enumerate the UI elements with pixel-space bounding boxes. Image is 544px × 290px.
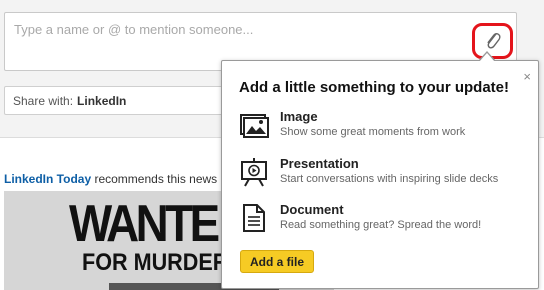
image-icon (240, 114, 269, 138)
presentation-icon (241, 158, 267, 187)
thumbnail-subline: FOR MURDER (82, 249, 229, 276)
option-presentation-desc: Start conversations with inspiring slide… (280, 173, 499, 185)
option-document-desc: Read something great? Spread the word! (280, 219, 482, 231)
attach-popover: × Add a little something to your update!… (221, 60, 539, 289)
share-with-value: LinkedIn (77, 93, 127, 108)
update-input[interactable] (14, 22, 454, 37)
recommendation-suffix: recommends this news (91, 172, 218, 186)
recommendation-text: LinkedIn Today recommends this news (4, 172, 217, 186)
paperclip-icon (487, 33, 501, 49)
thumbnail-headline: WANTE (69, 195, 220, 253)
share-with-selector[interactable]: Share with: LinkedIn (4, 86, 226, 115)
add-file-button[interactable]: Add a file (240, 250, 314, 273)
option-presentation-label: Presentation (280, 156, 359, 171)
close-icon[interactable]: × (523, 70, 531, 83)
option-presentation[interactable]: Presentation Start conversations with in… (239, 156, 529, 190)
popover-caret-fill (479, 53, 495, 62)
option-image[interactable]: Image Show some great moments from work (239, 109, 529, 143)
option-image-label: Image (280, 109, 318, 124)
option-image-desc: Show some great moments from work (280, 126, 466, 138)
share-with-label: Share with: (13, 93, 74, 108)
option-document-label: Document (280, 202, 344, 217)
popover-title: Add a little something to your update! (239, 79, 509, 96)
option-document[interactable]: Document Read something great? Spread th… (239, 202, 529, 236)
linkedin-today-link[interactable]: LinkedIn Today (4, 172, 91, 186)
document-icon (243, 204, 265, 232)
